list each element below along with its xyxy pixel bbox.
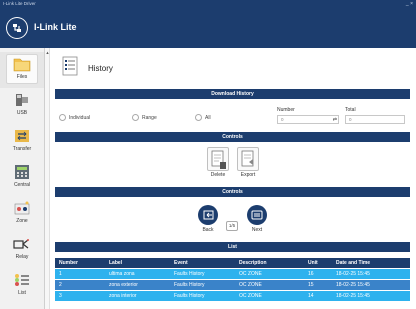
delete-document-icon [211,150,226,169]
table-cell: OC ZONE [239,271,262,277]
table-row[interactable]: 3 zona interior Faults History OC ZONE 1… [55,291,410,301]
sidebar-item-zone[interactable]: Zone [0,196,44,232]
radio-circle[interactable] [132,114,139,121]
back-label: Back [202,227,214,233]
radio-circle[interactable] [59,114,66,121]
sidebar-item-label: Files [16,74,28,80]
page-header: History [51,48,416,84]
scroll-up-icon[interactable]: ▲ [45,50,50,55]
delete-label: Delete [210,172,226,178]
history-document-icon [62,56,78,76]
delete-button[interactable] [207,147,229,171]
folder-icon [13,58,31,72]
export-document-icon [241,150,254,167]
total-label: Total [345,107,356,113]
window-title: I-Link Lite Driver [3,1,36,6]
number-label: Number [277,107,295,113]
sidebar-item-label: List [18,290,26,296]
table-row[interactable]: 1 ultima zona Faults History OC ZONE 16 … [55,269,410,279]
table-cell: 16 [308,271,314,277]
app-header: I-Link Lite [0,8,416,48]
table-cell: OC ZONE [239,293,262,299]
next-icon [251,210,263,220]
table-row[interactable]: 2 zona exterior Faults History OC ZONE 1… [55,280,410,290]
controls-header: Controls [55,132,410,142]
back-icon [203,210,214,220]
back-button[interactable] [198,205,218,225]
transfer-icon [15,130,29,142]
zone-icon [14,201,30,215]
app-logo-icon [6,17,28,39]
sidebar-item-usb[interactable]: USB [0,88,44,124]
table-cell: 3 [59,293,62,299]
column-header[interactable]: Number [59,258,78,268]
table-cell: OC ZONE [239,282,262,288]
sidebar-item-central[interactable]: Central [0,160,44,196]
table-cell: 18-02-25 15:45 [336,271,370,277]
column-header[interactable]: Event [174,258,188,268]
sidebar-item-relay[interactable]: Relay [0,232,44,268]
radio-label: All [205,115,211,121]
export-label: Export [240,172,256,178]
number-field[interactable]: 0 ⇄ [277,115,339,124]
radio-label: Range [142,115,157,121]
list-header: List [55,242,410,252]
table-cell: 2 [59,282,62,288]
table-cell: zona interior [109,293,137,299]
list-icon [15,274,29,286]
main-content: History Download History Individual Rang… [51,48,416,309]
download-history-header: Download History [55,89,410,99]
table-cell: Faults History [174,282,205,288]
table-cell: 18-02-25 15:45 [336,282,370,288]
sidebar-scrollbar[interactable]: ▲ [45,48,50,309]
sidebar-item-transfer[interactable]: Transfer [0,124,44,160]
download-history-options: Individual Range All Number 0 ⇄ Total 0 [55,107,410,129]
export-button[interactable] [237,147,259,171]
controls-header: Controls [55,187,410,197]
sidebar-item-label: Relay [15,254,29,260]
sidebar-item-label: Zone [16,218,28,224]
table-cell: 15 [308,282,314,288]
table-header-row: Number Label Event Description Unit Date… [55,258,410,268]
central-panel-icon [15,165,29,179]
sidebar-item-list[interactable]: List [0,268,44,304]
page-indicator: 1/5 [226,221,238,231]
page-title: History [88,64,113,73]
window-titlebar: I-Link Lite Driver _ × [0,0,416,8]
usb-icon [16,94,28,106]
sidebar: Files USB Transfer Central Zone Relay Li… [0,48,45,309]
table-cell: Faults History [174,271,205,277]
total-value: 0 [349,117,352,122]
next-button[interactable] [247,205,267,225]
window-controls[interactable]: _ × [406,0,413,8]
table-cell: 1 [59,271,62,277]
next-label: Next [251,227,263,233]
sidebar-item-label: Transfer [12,146,32,152]
sidebar-item-files[interactable]: Files [0,52,44,88]
table-cell: 14 [308,293,314,299]
app-title: I-Link Lite [34,22,77,32]
column-header[interactable]: Description [239,258,267,268]
table-cell: zona exterior [109,282,138,288]
total-field: 0 [345,115,405,124]
table-cell: 18-02-25 15:45 [336,293,370,299]
table-cell: ultima zona [109,271,135,277]
number-clear-icon[interactable]: ⇄ [333,116,337,124]
column-header[interactable]: Date and Time [336,258,370,268]
radio-label: Individual [69,115,91,121]
column-header[interactable]: Label [109,258,122,268]
sidebar-item-label: Central [13,182,31,188]
table-cell: Faults History [174,293,205,299]
sidebar-item-label: USB [16,110,28,116]
column-header[interactable]: Unit [308,258,318,268]
number-value: 0 [281,117,284,122]
radio-circle[interactable] [195,114,202,121]
relay-icon [13,239,29,249]
